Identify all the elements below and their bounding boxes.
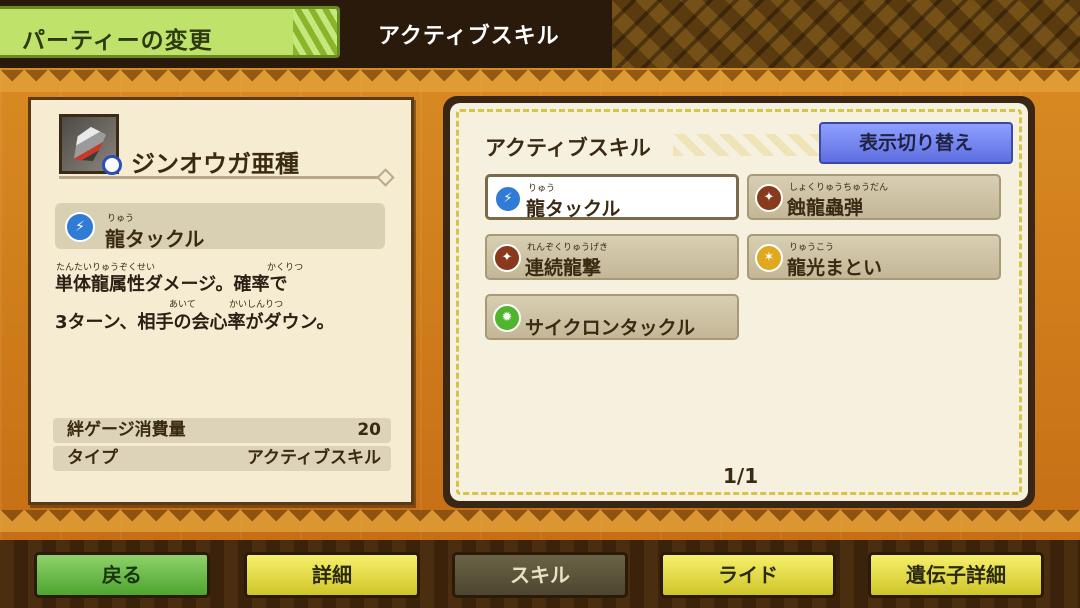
stat-row-cost: 絆ゲージ消費量 20 (53, 418, 391, 443)
details-button[interactable]: 詳細 (244, 552, 420, 598)
back-button[interactable]: 戻る (34, 552, 210, 598)
skill-name: 龍光まとい (787, 257, 883, 279)
skill-ruby: りゅうこう (789, 243, 835, 253)
skill-detail-panel: ジンオウガ亜種 ⚡ りゅう 龍タックル たんたいりゅうぞくせい かくりつ あいて… (28, 97, 414, 505)
burst-icon: ✹ (493, 304, 521, 332)
zigzag-border-bottom (0, 510, 1080, 532)
gene-details-button[interactable]: 遺伝子詳細 (868, 552, 1044, 598)
skill-list-panel: アクティブスキル 表示切り替え ⚡ りゅう 龍タックル ✦ しょくりゅうちゅうだ… (443, 96, 1035, 508)
stat-value: 20 (357, 420, 381, 440)
skill-list-title: アクティブスキル (485, 136, 651, 160)
skill-button[interactable]: ✦ しょくりゅうちゅうだん 蝕龍蟲弾 (747, 174, 1001, 220)
zigzag-border-top (0, 70, 1080, 92)
ride-button[interactable]: ライド (660, 552, 836, 598)
skill-ruby: りゅう (528, 184, 556, 194)
selected-skill-name: 龍タックル (105, 227, 205, 251)
section-title: アクティブスキル (378, 24, 560, 49)
top-bar: パーティーの変更 アクティブスキル (0, 0, 1080, 68)
party-marker-icon (102, 155, 122, 175)
skill-button[interactable]: ✹ サイクロンタックル (485, 294, 739, 340)
skill-description: 単体龍属性ダメージ。確率で 3ターン、相手の会心率がダウン。 (55, 274, 335, 333)
claw-icon: ✦ (755, 184, 783, 212)
skill-ruby: れんぞくりゅうげき (527, 243, 609, 253)
skill-button-tab[interactable]: スキル (452, 552, 628, 598)
skill-name: サイクロンタックル (525, 317, 696, 339)
skill-button[interactable]: ⚡ りゅう 龍タックル (485, 174, 739, 220)
monster-portrait-icon (59, 114, 122, 175)
page-indicator: 1/1 (723, 464, 759, 488)
skill-button[interactable]: ✦ れんぞくりゅうげき 連続龍撃 (485, 234, 739, 280)
monster-name: ジンオウガ亜種 (131, 150, 299, 178)
title-tab-decoration (293, 9, 337, 55)
screen-title-tab: パーティーの変更 (0, 6, 340, 58)
run-icon: ⚡ (494, 185, 522, 213)
toggle-display-button[interactable]: 表示切り替え (819, 122, 1013, 164)
screen-title: パーティーの変更 (22, 28, 213, 54)
monster-figure (73, 126, 107, 162)
claw-icon: ✦ (493, 244, 521, 272)
power-icon: ✶ (755, 244, 783, 272)
title-stripe (673, 134, 823, 156)
bottom-nav: 戻る 詳細 スキル ライド 遺伝子詳細 (0, 540, 1080, 608)
stat-label: タイプ (67, 448, 118, 468)
skill-ruby: しょくりゅうちゅうだん (789, 183, 889, 193)
header-pattern (612, 0, 1080, 68)
skill-name: 龍タックル (526, 198, 621, 220)
divider (59, 176, 384, 179)
selected-skill-bar: ⚡ りゅう 龍タックル (55, 203, 385, 251)
skill-button[interactable]: ✶ りゅうこう 龍光まとい (747, 234, 1001, 280)
stat-value: アクティブスキル (246, 448, 381, 468)
run-icon: ⚡ (65, 212, 95, 242)
skill-name: 蝕龍蟲弾 (787, 197, 864, 219)
stat-label: 絆ゲージ消費量 (67, 420, 186, 440)
skill-name: 連続龍撃 (525, 257, 602, 279)
stat-row-type: タイプ アクティブスキル (53, 446, 391, 471)
skill-list-inner: アクティブスキル 表示切り替え ⚡ りゅう 龍タックル ✦ しょくりゅうちゅうだ… (450, 103, 1028, 501)
